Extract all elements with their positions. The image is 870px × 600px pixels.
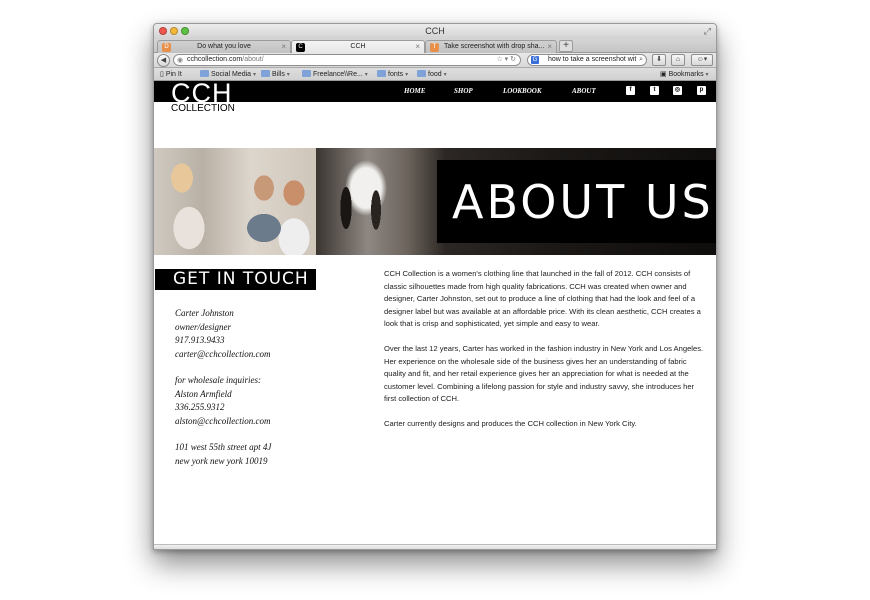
nav-about[interactable]: ABOUT (572, 87, 596, 95)
address-bar[interactable]: ◉ cchcollection.com/about/ ☆ ▾ ↻ (173, 54, 521, 66)
tab-cch[interactable]: C CCH × (291, 40, 425, 53)
addon-button[interactable]: ☺▾ (691, 54, 713, 66)
chevron-down-icon: ▾ (443, 72, 447, 78)
fullscreen-icon[interactable]: ⤢ (704, 26, 711, 37)
section-heading: GET IN TOUCH (173, 269, 309, 289)
tab-close-icon[interactable]: × (281, 41, 286, 53)
pinterest-icon[interactable]: p (697, 86, 706, 95)
url-path: /about/ (242, 56, 264, 63)
bookmark-folder-fonts[interactable]: fonts ▾ (377, 70, 408, 78)
tab-take-screenshot[interactable]: T Take screenshot with drop sha... × (425, 40, 557, 53)
nav-lookbook[interactable]: LOOKBOOK (503, 87, 542, 95)
wholesale-label: for wholesale inquiries: (175, 375, 261, 385)
tab-do-what-you-love[interactable]: D Do what you love × (157, 40, 291, 53)
get-in-touch-heading: GET IN TOUCH (155, 269, 316, 290)
bookmarks-menu-button[interactable]: ▣ Bookmarks ▾ (660, 70, 709, 78)
folder-icon (417, 70, 426, 77)
pin-icon: ▯ (160, 71, 164, 78)
bookmark-label: Freelance\\Re... (313, 71, 363, 78)
site-logo[interactable]: CCH COLLECTION (171, 81, 241, 117)
bookmark-label: Bills (272, 71, 285, 78)
bookmarks-icon: ▣ (660, 71, 667, 78)
window-title: CCH (425, 26, 445, 36)
tab-favicon-icon: T (430, 43, 439, 52)
contact-role: owner/designer (175, 321, 231, 332)
tab-close-icon[interactable]: × (415, 41, 420, 53)
bookmarks-toolbar: ▯ Pin It Social Media ▾ Bills ▾ Freelanc… (154, 68, 716, 81)
browser-window: CCH ⤢ D Do what you love × C CCH × T Tak… (153, 23, 717, 550)
logo-collection: COLLECTION (171, 103, 235, 114)
page-title: ABOUT US (452, 174, 714, 229)
downloads-button[interactable]: ⬇ (652, 54, 666, 66)
navigation-bar: ◀ ◉ cchcollection.com/about/ ☆ ▾ ↻ G how… (154, 53, 716, 68)
chevron-down-icon: ▾ (705, 72, 709, 78)
tab-label: Take screenshot with drop sha... (444, 43, 545, 50)
bookmark-folder-bills[interactable]: Bills ▾ (261, 70, 290, 78)
bookmark-star-icon[interactable]: ☆ ▾ ↻ (496, 55, 516, 65)
contact-name: Carter Johnston (175, 308, 234, 318)
bookmark-folder-social-media[interactable]: Social Media ▾ (200, 70, 256, 78)
bookmark-folder-freelance[interactable]: Freelance\\Re... ▾ (302, 70, 368, 78)
horizontal-scrollbar[interactable] (154, 544, 716, 549)
title-bar: CCH ⤢ (154, 24, 716, 39)
about-paragraph: CCH Collection is a women's clothing lin… (384, 269, 701, 329)
site-identity-icon[interactable]: ◉ (177, 56, 183, 66)
tab-favicon-icon: D (162, 43, 171, 52)
contact-email[interactable]: carter@cchcollection.com (175, 348, 271, 362)
bookmark-label: Bookmarks (668, 71, 704, 78)
new-tab-button[interactable]: + (559, 40, 573, 52)
bookmark-folder-food[interactable]: food ▾ (417, 70, 447, 78)
facebook-icon[interactable]: f (626, 86, 635, 95)
tab-label: CCH (350, 43, 366, 50)
back-button[interactable]: ◀ (157, 54, 170, 67)
folder-icon (200, 70, 209, 77)
google-search-icon[interactable]: G (531, 56, 539, 64)
contact-info: Carter Johnston owner/designer 917.913.9… (175, 307, 271, 468)
folder-icon (261, 70, 270, 77)
about-paragraph: Over the last 12 years, Carter has worke… (384, 343, 704, 404)
twitter-icon[interactable]: t (650, 86, 659, 95)
folder-icon (377, 70, 386, 77)
bookmark-label: Pin It (165, 71, 182, 78)
wholesale-email[interactable]: alston@cchcollection.com (175, 415, 271, 429)
fitting-photo (154, 148, 316, 255)
about-us-box: ABOUT US (437, 160, 716, 243)
search-query: how to take a screenshot wit (548, 56, 637, 63)
wholesale-name: Alston Armfield (175, 388, 232, 399)
tab-bar: D Do what you love × C CCH × T Take scre… (154, 39, 716, 53)
folder-icon (302, 70, 311, 77)
bookmark-label: fonts (388, 71, 404, 78)
bookmark-pin-it[interactable]: ▯ Pin It (160, 70, 182, 78)
chevron-down-icon: ▾ (364, 72, 368, 78)
chevron-down-icon: ▾ (405, 72, 409, 78)
nav-shop[interactable]: SHOP (454, 87, 473, 95)
web-page: HOME SHOP LOOKBOOK ABOUT f t ◎ p CCH COL… (154, 81, 716, 544)
about-body: CCH Collection is a women's clothing lin… (384, 268, 704, 443)
tab-close-icon[interactable]: × (547, 41, 552, 53)
tab-label: Do what you love (197, 43, 251, 50)
address-line-1: 101 west 55th street apt 4J (175, 442, 272, 452)
tab-favicon-icon: C (296, 43, 305, 52)
contact-phone: 917.913.9433 (175, 335, 225, 345)
studio-photo (316, 148, 446, 255)
url-domain: cchcollection.com (187, 56, 243, 63)
instagram-icon[interactable]: ◎ (673, 86, 682, 95)
search-input[interactable]: G how to take a screenshot wit ⌕ (527, 54, 647, 66)
address-line-2: new york new york 10019 (175, 455, 268, 466)
home-button[interactable]: ⌂ (671, 54, 685, 66)
wholesale-phone: 336.255.9312 (175, 402, 225, 412)
chevron-down-icon: ▾ (286, 72, 290, 78)
hero-banner: ABOUT US (154, 148, 716, 255)
chevron-down-icon: ▾ (253, 72, 257, 78)
bookmark-label: Social Media (211, 71, 252, 78)
nav-home[interactable]: HOME (404, 87, 425, 95)
bookmark-label: food (428, 71, 442, 78)
search-magnifier-icon[interactable]: ⌕ (639, 55, 643, 65)
about-paragraph: Carter currently designs and produces th… (384, 418, 637, 428)
